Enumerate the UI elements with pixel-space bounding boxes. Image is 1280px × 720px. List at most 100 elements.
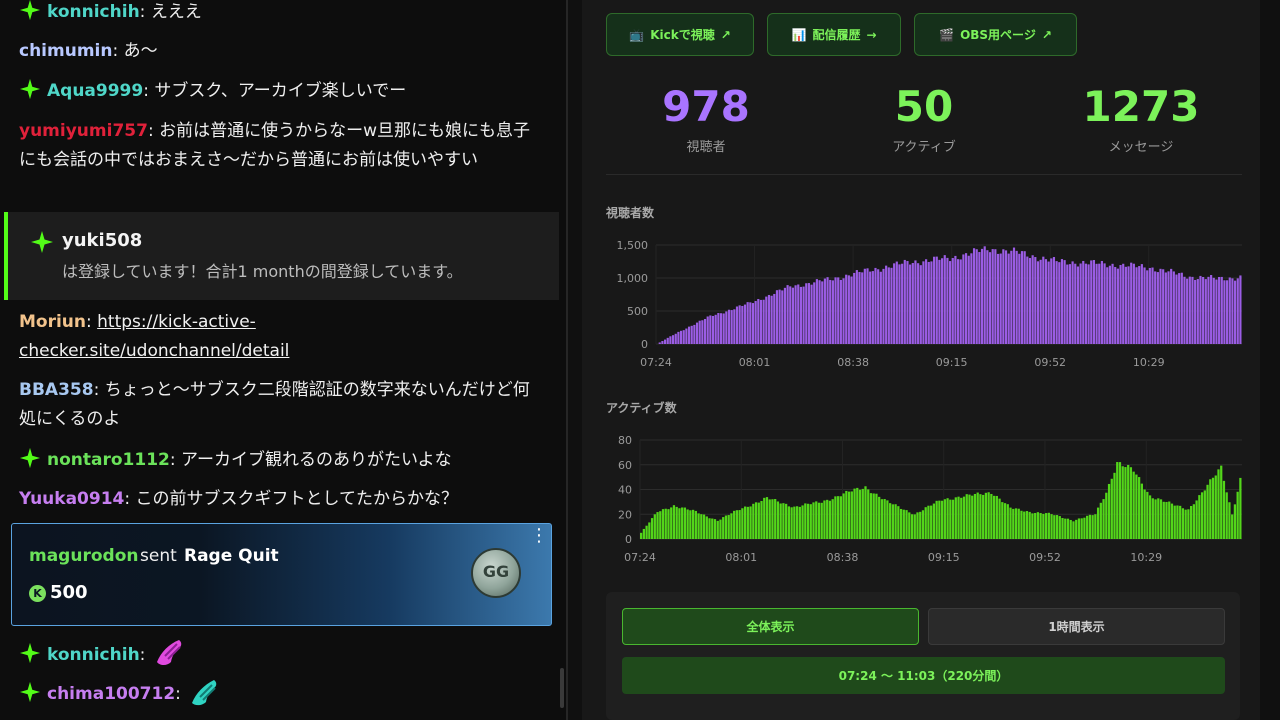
kick-coin-icon: K xyxy=(29,585,46,602)
chart-bar xyxy=(983,246,986,344)
chart-bar xyxy=(1001,502,1004,539)
chart-bar xyxy=(1159,268,1162,344)
stats-divider xyxy=(606,174,1242,175)
chart-bar xyxy=(1082,260,1085,344)
chart-bar xyxy=(1042,513,1045,539)
chart-bar xyxy=(823,500,826,539)
chart-bar xyxy=(839,279,842,344)
stream-history-label: 配信履歴 xyxy=(812,28,861,42)
gift-sent-text: sent xyxy=(140,546,177,566)
chat-text: あ〜 xyxy=(123,41,158,61)
chat-username[interactable]: yumiyumi757 xyxy=(19,121,148,141)
chart-bar xyxy=(1239,477,1242,539)
chart-bar xyxy=(1214,475,1217,539)
chart-bar xyxy=(698,320,701,344)
chart-bar xyxy=(694,510,697,539)
chart-bar xyxy=(869,493,873,539)
chart-bar xyxy=(773,293,776,344)
chat-username[interactable]: chima100712 xyxy=(47,684,175,704)
chart-bar xyxy=(674,333,677,344)
chart-bar xyxy=(946,257,949,344)
chart-bar xyxy=(717,313,720,344)
chart-bar xyxy=(980,248,984,344)
chart-bar xyxy=(938,259,941,344)
chart-bar xyxy=(1196,279,1199,344)
chart-bar xyxy=(872,493,875,539)
chart-bar xyxy=(1173,505,1176,539)
chart-bar xyxy=(1039,259,1042,344)
chat-message: chima100712: xyxy=(19,673,549,709)
chart-bar xyxy=(903,259,906,344)
chart-bar xyxy=(787,506,790,539)
chart-bar xyxy=(1192,504,1195,539)
chart-bar xyxy=(826,499,829,539)
chat-colon: : xyxy=(169,450,182,470)
chart-bar xyxy=(1151,267,1154,344)
chart-bar xyxy=(1071,261,1074,344)
chart-bar xyxy=(1157,498,1160,539)
chart-bar xyxy=(1200,492,1204,539)
show-one-hour-button[interactable]: 1時間表示 xyxy=(928,608,1225,645)
chart-bar xyxy=(693,324,696,344)
chart-bar xyxy=(670,507,673,539)
x-tick-label: 07:24 xyxy=(640,356,672,369)
chart-bar xyxy=(908,512,911,539)
chart-bar xyxy=(661,341,664,344)
chat-scrollbar[interactable] xyxy=(560,668,564,708)
chat-username[interactable]: chimumin xyxy=(19,41,112,61)
chart-bar xyxy=(719,313,723,344)
chat-text: この前サブスクギフトとしてたからかな？ xyxy=(135,489,459,509)
watch-on-kick-button[interactable]: 📺 Kickで視聴 ↗ xyxy=(606,13,754,56)
chart-bar xyxy=(1098,263,1101,344)
chat-colon: : xyxy=(143,81,155,101)
stream-history-button[interactable]: 📊 配信履歴 → xyxy=(767,13,901,56)
gift-username[interactable]: magurodon xyxy=(29,546,138,566)
chart-bar xyxy=(998,498,1001,539)
chat-username[interactable]: konnichih xyxy=(47,2,140,22)
chat-username[interactable]: nontaro1112 xyxy=(47,450,170,470)
chart-bar xyxy=(1028,258,1032,344)
chat-username[interactable]: konnichih xyxy=(47,645,140,665)
chart-bar xyxy=(922,261,925,344)
chart-bar xyxy=(713,519,717,539)
chart-bar xyxy=(1156,272,1159,344)
chat-username[interactable]: Yuuka0914 xyxy=(19,489,124,509)
chart-bar xyxy=(658,342,661,344)
chat-message: konnichih: えええ xyxy=(19,0,549,27)
chat-username[interactable]: Moriun xyxy=(19,312,86,332)
chart-bar xyxy=(994,249,997,344)
chart-bar xyxy=(1191,276,1194,344)
chart-bar xyxy=(675,506,678,539)
more-menu-icon[interactable]: ⋮ xyxy=(530,527,548,556)
chart-bar xyxy=(1124,266,1127,344)
chart-bar xyxy=(1138,477,1141,539)
chart-bar xyxy=(831,280,834,344)
chart-bar xyxy=(1223,280,1226,344)
chart-bar xyxy=(730,513,733,539)
chart-bar xyxy=(1211,477,1215,539)
chart-bar xyxy=(1122,263,1125,344)
chat-username[interactable]: Aqua9999 xyxy=(47,81,143,101)
chart-bar xyxy=(837,277,840,344)
chart-bar xyxy=(697,513,700,539)
obs-page-button[interactable]: 🎬 OBS用ページ ↗ xyxy=(914,13,1077,56)
chat-colon: : xyxy=(112,41,124,61)
chart-bar xyxy=(1119,265,1122,344)
chart-bar xyxy=(941,258,944,344)
chat-text: えええ xyxy=(150,2,202,22)
chart-bar xyxy=(765,296,768,344)
chart-bar xyxy=(978,252,981,344)
chart-bar xyxy=(1231,514,1234,539)
show-all-button[interactable]: 全体表示 xyxy=(622,608,919,645)
chart-bar xyxy=(990,493,993,539)
chart-bar xyxy=(975,249,978,344)
chat-username[interactable]: BBA358 xyxy=(19,380,94,400)
chart-bar xyxy=(1012,247,1016,344)
chart-bar xyxy=(957,496,960,539)
chart-bar xyxy=(1170,268,1173,344)
chart-bar xyxy=(782,503,785,539)
subscriber-username[interactable]: yuki508 xyxy=(62,230,142,251)
chart-bar xyxy=(893,263,896,344)
chart-bar xyxy=(866,268,869,344)
chart-bar xyxy=(705,516,708,539)
